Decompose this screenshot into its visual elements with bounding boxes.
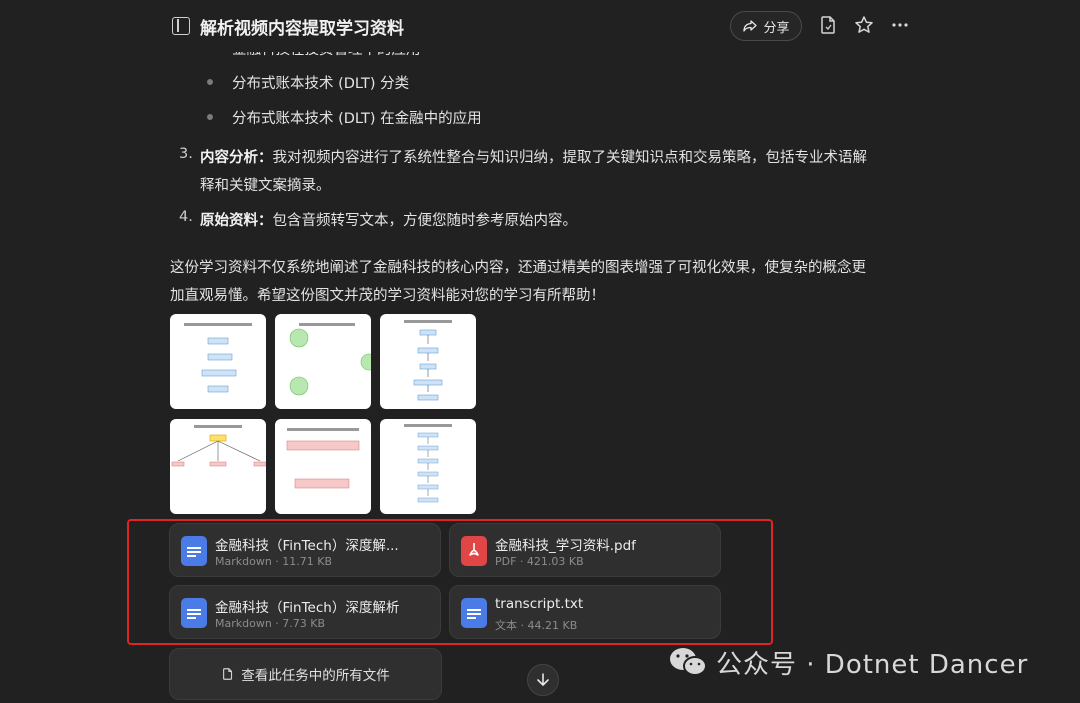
watermark: 公众号 · Dotnet Dancer xyxy=(668,642,1028,682)
list-item-term: 内容分析 xyxy=(200,150,258,166)
view-all-files-button[interactable]: 查看此任务中的所有文件 xyxy=(169,648,442,700)
diagram-thumbnail-2[interactable] xyxy=(275,314,371,409)
list-number: 4. xyxy=(179,209,193,225)
bullet-item-1: 分布式账本技术 (DLT) 分类 xyxy=(232,76,410,92)
chat-header: 解析视频内容提取学习资料 分享 xyxy=(0,0,1080,52)
term-separator: ： xyxy=(258,213,273,229)
bullet-item-2: 分布式账本技术 (DLT) 在金融中的应用 xyxy=(232,111,482,127)
watermark-text: 公众号 · Dotnet Dancer xyxy=(716,649,1029,680)
view-all-files-label: 查看此任务中的所有文件 xyxy=(241,668,390,684)
sidebar-toggle-icon[interactable] xyxy=(172,17,190,35)
term-separator: ： xyxy=(258,150,273,166)
diagram-thumbnail-5[interactable] xyxy=(275,419,371,514)
message-content: 金融科技在投资管理中的应用 分布式账本技术 (DLT) 分类 分布式账本技术 (… xyxy=(0,0,1080,703)
arrow-down-icon xyxy=(537,673,549,686)
scroll-to-bottom-button[interactable] xyxy=(527,664,559,696)
page-title: 解析视频内容提取学习资料 xyxy=(200,19,404,39)
star-icon[interactable] xyxy=(854,15,874,35)
list-item-text: 包含音频转写文本，方便您随时参考原始内容。 xyxy=(272,213,578,229)
summary-line1: 这份学习资料不仅系统地阐述了金融科技的核心内容，还通过精美的图表增强了可视化效果… xyxy=(170,260,866,276)
list-item-4-line1: 原始资料：包含音频转写文本，方便您随时参考原始内容。 xyxy=(200,209,577,230)
files-icon xyxy=(223,668,233,680)
chat-page: 金融科技在投资管理中的应用 分布式账本技术 (DLT) 分类 分布式账本技术 (… xyxy=(0,0,1080,703)
highlight-annotation-box xyxy=(127,519,773,645)
list-item-text: 我对视频内容进行了系统性整合与知识归纳，提取了关键知识点和交易策略，包括专业术语… xyxy=(272,150,868,166)
wechat-icon xyxy=(670,648,707,676)
file-icon[interactable] xyxy=(818,15,838,35)
diagram-thumbnail-4[interactable] xyxy=(170,419,266,514)
summary-line2: 加直观易懂。希望这份图文并茂的学习资料能对您的学习有所帮助！ xyxy=(170,288,605,304)
diagram-thumbnail-6[interactable] xyxy=(380,419,476,514)
list-item-term: 原始资料 xyxy=(200,213,258,229)
list-item-3-line1: 内容分析：我对视频内容进行了系统性整合与知识归纳，提取了关键知识点和交易策略，包… xyxy=(200,146,867,167)
list-number: 3. xyxy=(179,146,193,162)
share-label: 分享 xyxy=(763,20,790,36)
bullet-dot xyxy=(207,114,213,120)
share-button[interactable]: 分享 xyxy=(730,11,802,41)
bullet-dot xyxy=(207,79,213,85)
diagram-thumbnail-3[interactable] xyxy=(380,314,476,409)
list-item-3-line2: 释和关键文案摘录。 xyxy=(200,178,331,194)
more-icon[interactable] xyxy=(890,15,910,35)
diagram-thumbnail-1[interactable] xyxy=(170,314,266,409)
share-icon xyxy=(743,20,758,32)
